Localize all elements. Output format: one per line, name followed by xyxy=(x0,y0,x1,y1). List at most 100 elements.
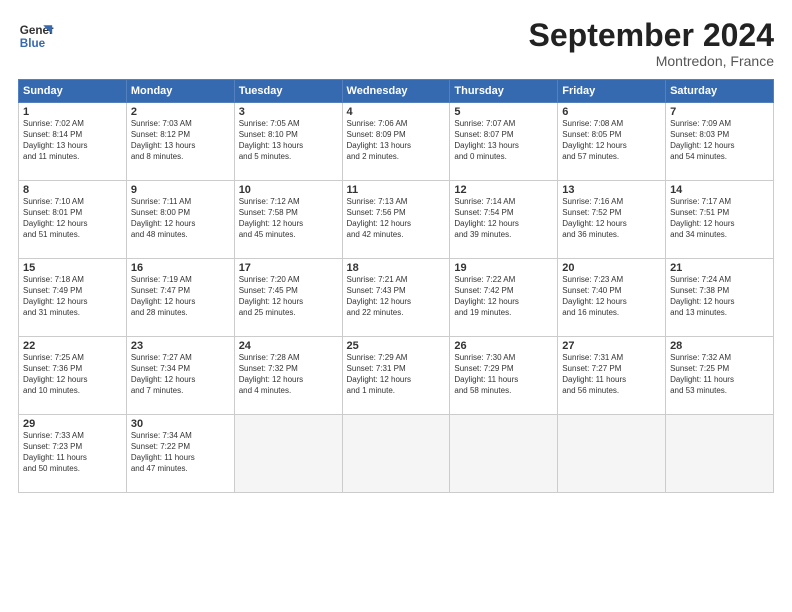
col-monday: Monday xyxy=(126,80,234,103)
col-wednesday: Wednesday xyxy=(342,80,450,103)
logo-icon: General Blue xyxy=(18,18,54,54)
day-number: 8 xyxy=(23,184,122,196)
day-info: Sunrise: 7:18 AM Sunset: 7:49 PM Dayligh… xyxy=(23,275,122,318)
table-cell: 10Sunrise: 7:12 AM Sunset: 7:58 PM Dayli… xyxy=(234,181,342,259)
day-number: 12 xyxy=(454,184,553,196)
day-info: Sunrise: 7:05 AM Sunset: 8:10 PM Dayligh… xyxy=(239,119,338,162)
table-cell: 5Sunrise: 7:07 AM Sunset: 8:07 PM Daylig… xyxy=(450,103,558,181)
logo: General Blue xyxy=(18,18,54,54)
day-number: 18 xyxy=(347,262,446,274)
col-sunday: Sunday xyxy=(19,80,127,103)
table-cell: 11Sunrise: 7:13 AM Sunset: 7:56 PM Dayli… xyxy=(342,181,450,259)
day-number: 7 xyxy=(670,106,769,118)
table-cell: 13Sunrise: 7:16 AM Sunset: 7:52 PM Dayli… xyxy=(558,181,666,259)
day-info: Sunrise: 7:30 AM Sunset: 7:29 PM Dayligh… xyxy=(454,353,553,396)
day-info: Sunrise: 7:03 AM Sunset: 8:12 PM Dayligh… xyxy=(131,119,230,162)
calendar-row: 1Sunrise: 7:02 AM Sunset: 8:14 PM Daylig… xyxy=(19,103,774,181)
calendar-row: 8Sunrise: 7:10 AM Sunset: 8:01 PM Daylig… xyxy=(19,181,774,259)
month-title: September 2024 xyxy=(529,18,774,53)
table-cell: 2Sunrise: 7:03 AM Sunset: 8:12 PM Daylig… xyxy=(126,103,234,181)
table-cell: 1Sunrise: 7:02 AM Sunset: 8:14 PM Daylig… xyxy=(19,103,127,181)
day-number: 11 xyxy=(347,184,446,196)
col-tuesday: Tuesday xyxy=(234,80,342,103)
day-info: Sunrise: 7:16 AM Sunset: 7:52 PM Dayligh… xyxy=(562,197,661,240)
table-cell: 27Sunrise: 7:31 AM Sunset: 7:27 PM Dayli… xyxy=(558,337,666,415)
day-info: Sunrise: 7:27 AM Sunset: 7:34 PM Dayligh… xyxy=(131,353,230,396)
day-info: Sunrise: 7:29 AM Sunset: 7:31 PM Dayligh… xyxy=(347,353,446,396)
day-number: 25 xyxy=(347,340,446,352)
day-info: Sunrise: 7:10 AM Sunset: 8:01 PM Dayligh… xyxy=(23,197,122,240)
table-cell: 16Sunrise: 7:19 AM Sunset: 7:47 PM Dayli… xyxy=(126,259,234,337)
header-row: Sunday Monday Tuesday Wednesday Thursday… xyxy=(19,80,774,103)
table-cell: 18Sunrise: 7:21 AM Sunset: 7:43 PM Dayli… xyxy=(342,259,450,337)
table-cell xyxy=(666,415,774,493)
day-number: 17 xyxy=(239,262,338,274)
table-cell: 23Sunrise: 7:27 AM Sunset: 7:34 PM Dayli… xyxy=(126,337,234,415)
col-friday: Friday xyxy=(558,80,666,103)
day-info: Sunrise: 7:02 AM Sunset: 8:14 PM Dayligh… xyxy=(23,119,122,162)
title-block: September 2024 Montredon, France xyxy=(529,18,774,69)
day-info: Sunrise: 7:32 AM Sunset: 7:25 PM Dayligh… xyxy=(670,353,769,396)
day-number: 16 xyxy=(131,262,230,274)
day-number: 4 xyxy=(347,106,446,118)
day-info: Sunrise: 7:24 AM Sunset: 7:38 PM Dayligh… xyxy=(670,275,769,318)
table-cell: 6Sunrise: 7:08 AM Sunset: 8:05 PM Daylig… xyxy=(558,103,666,181)
day-number: 14 xyxy=(670,184,769,196)
day-info: Sunrise: 7:20 AM Sunset: 7:45 PM Dayligh… xyxy=(239,275,338,318)
day-number: 10 xyxy=(239,184,338,196)
day-number: 20 xyxy=(562,262,661,274)
day-info: Sunrise: 7:21 AM Sunset: 7:43 PM Dayligh… xyxy=(347,275,446,318)
day-info: Sunrise: 7:13 AM Sunset: 7:56 PM Dayligh… xyxy=(347,197,446,240)
table-cell: 29Sunrise: 7:33 AM Sunset: 7:23 PM Dayli… xyxy=(19,415,127,493)
table-cell: 14Sunrise: 7:17 AM Sunset: 7:51 PM Dayli… xyxy=(666,181,774,259)
day-number: 13 xyxy=(562,184,661,196)
table-cell xyxy=(450,415,558,493)
day-number: 2 xyxy=(131,106,230,118)
day-number: 24 xyxy=(239,340,338,352)
table-cell: 3Sunrise: 7:05 AM Sunset: 8:10 PM Daylig… xyxy=(234,103,342,181)
day-info: Sunrise: 7:08 AM Sunset: 8:05 PM Dayligh… xyxy=(562,119,661,162)
day-number: 29 xyxy=(23,418,122,430)
day-number: 27 xyxy=(562,340,661,352)
header: General Blue September 2024 Montredon, F… xyxy=(18,18,774,69)
col-thursday: Thursday xyxy=(450,80,558,103)
table-cell: 21Sunrise: 7:24 AM Sunset: 7:38 PM Dayli… xyxy=(666,259,774,337)
day-number: 6 xyxy=(562,106,661,118)
day-number: 3 xyxy=(239,106,338,118)
day-info: Sunrise: 7:25 AM Sunset: 7:36 PM Dayligh… xyxy=(23,353,122,396)
day-info: Sunrise: 7:11 AM Sunset: 8:00 PM Dayligh… xyxy=(131,197,230,240)
day-info: Sunrise: 7:34 AM Sunset: 7:22 PM Dayligh… xyxy=(131,431,230,474)
table-cell xyxy=(342,415,450,493)
day-info: Sunrise: 7:17 AM Sunset: 7:51 PM Dayligh… xyxy=(670,197,769,240)
day-number: 19 xyxy=(454,262,553,274)
day-info: Sunrise: 7:22 AM Sunset: 7:42 PM Dayligh… xyxy=(454,275,553,318)
col-saturday: Saturday xyxy=(666,80,774,103)
day-number: 9 xyxy=(131,184,230,196)
day-info: Sunrise: 7:09 AM Sunset: 8:03 PM Dayligh… xyxy=(670,119,769,162)
day-info: Sunrise: 7:07 AM Sunset: 8:07 PM Dayligh… xyxy=(454,119,553,162)
day-info: Sunrise: 7:19 AM Sunset: 7:47 PM Dayligh… xyxy=(131,275,230,318)
day-number: 22 xyxy=(23,340,122,352)
day-info: Sunrise: 7:31 AM Sunset: 7:27 PM Dayligh… xyxy=(562,353,661,396)
table-cell: 19Sunrise: 7:22 AM Sunset: 7:42 PM Dayli… xyxy=(450,259,558,337)
table-cell: 15Sunrise: 7:18 AM Sunset: 7:49 PM Dayli… xyxy=(19,259,127,337)
calendar-table: Sunday Monday Tuesday Wednesday Thursday… xyxy=(18,79,774,493)
table-cell: 20Sunrise: 7:23 AM Sunset: 7:40 PM Dayli… xyxy=(558,259,666,337)
calendar-row: 22Sunrise: 7:25 AM Sunset: 7:36 PM Dayli… xyxy=(19,337,774,415)
calendar-row: 15Sunrise: 7:18 AM Sunset: 7:49 PM Dayli… xyxy=(19,259,774,337)
table-cell: 28Sunrise: 7:32 AM Sunset: 7:25 PM Dayli… xyxy=(666,337,774,415)
day-number: 30 xyxy=(131,418,230,430)
day-number: 1 xyxy=(23,106,122,118)
day-number: 21 xyxy=(670,262,769,274)
day-number: 26 xyxy=(454,340,553,352)
day-number: 15 xyxy=(23,262,122,274)
table-cell: 8Sunrise: 7:10 AM Sunset: 8:01 PM Daylig… xyxy=(19,181,127,259)
day-info: Sunrise: 7:28 AM Sunset: 7:32 PM Dayligh… xyxy=(239,353,338,396)
day-info: Sunrise: 7:14 AM Sunset: 7:54 PM Dayligh… xyxy=(454,197,553,240)
table-cell: 24Sunrise: 7:28 AM Sunset: 7:32 PM Dayli… xyxy=(234,337,342,415)
table-cell: 26Sunrise: 7:30 AM Sunset: 7:29 PM Dayli… xyxy=(450,337,558,415)
table-cell: 4Sunrise: 7:06 AM Sunset: 8:09 PM Daylig… xyxy=(342,103,450,181)
day-number: 28 xyxy=(670,340,769,352)
day-info: Sunrise: 7:06 AM Sunset: 8:09 PM Dayligh… xyxy=(347,119,446,162)
day-info: Sunrise: 7:33 AM Sunset: 7:23 PM Dayligh… xyxy=(23,431,122,474)
